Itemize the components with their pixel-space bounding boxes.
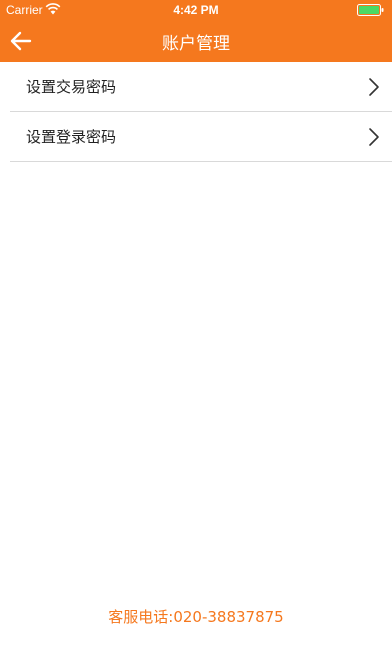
menu-item-label: 设置登录密码 xyxy=(26,128,117,146)
menu-item-label: 设置交易密码 xyxy=(26,78,117,96)
customer-service-phone[interactable]: 客服电话:020-38837875 xyxy=(0,606,392,627)
battery-icon xyxy=(357,4,384,16)
nav-bar: 账户管理 xyxy=(0,20,392,62)
page-title: 账户管理 xyxy=(162,34,230,54)
chevron-right-icon xyxy=(369,128,379,146)
status-bar: Carrier 4:42 PM xyxy=(0,0,392,20)
chevron-right-icon xyxy=(369,78,379,96)
menu-item-login-password[interactable]: 设置登录密码 xyxy=(10,112,392,162)
menu-list: 设置交易密码 设置登录密码 xyxy=(0,62,392,162)
status-time: 4:42 PM xyxy=(173,3,219,17)
menu-item-trade-password[interactable]: 设置交易密码 xyxy=(10,62,392,112)
header: Carrier 4:42 PM 账户管理 xyxy=(0,0,392,62)
